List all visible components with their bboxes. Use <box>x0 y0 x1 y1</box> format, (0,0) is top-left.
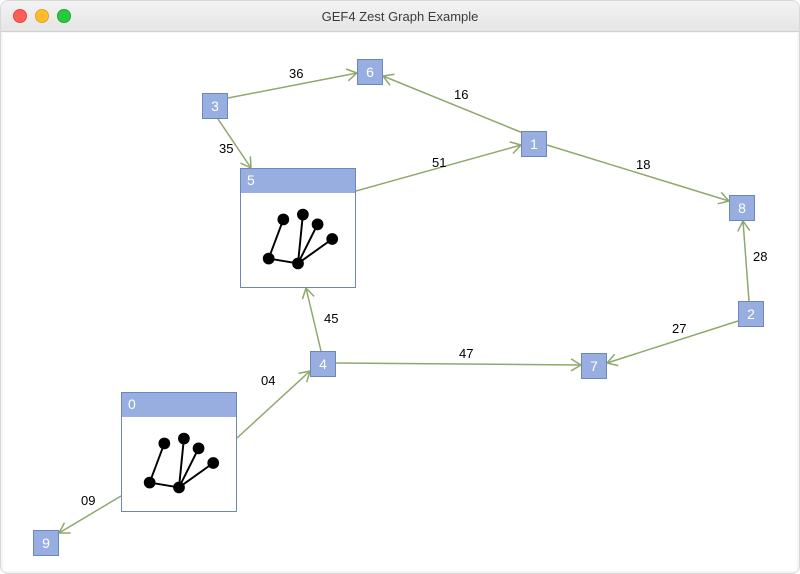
graph-node[interactable]: 4 <box>310 351 336 377</box>
graph-node[interactable]: 3 <box>202 93 228 119</box>
inner-graph-icon <box>245 195 351 283</box>
graph-edge[interactable] <box>743 221 749 301</box>
graph-canvas[interactable]: 04 09 16 18 27 28 35 36 45 47 51 1 2 3 4 6 7 8 9 0 <box>3 33 797 571</box>
graph-node[interactable]: 6 <box>357 59 383 85</box>
node-label: 3 <box>211 98 219 114</box>
app-window: GEF4 Zest Graph Example 0409161827283536… <box>0 0 800 574</box>
edge-label: 27 <box>672 321 686 336</box>
graph-node[interactable]: 5 <box>240 168 356 288</box>
node-label: 8 <box>738 200 746 216</box>
edge-label: 18 <box>636 157 650 172</box>
edge-label: 45 <box>324 311 338 326</box>
node-label: 2 <box>747 306 755 322</box>
node-label: 0 <box>128 396 136 412</box>
node-label: 4 <box>319 356 327 372</box>
graph-node[interactable]: 0 <box>121 392 237 512</box>
graph-node[interactable]: 1 <box>521 131 547 157</box>
edge-label: 51 <box>432 155 446 170</box>
inner-graph-icon <box>126 419 232 507</box>
graph-node[interactable]: 8 <box>729 195 755 221</box>
edge-label: 47 <box>459 346 473 361</box>
graph-edge[interactable] <box>306 288 321 351</box>
node-label: 7 <box>590 358 598 374</box>
window-title: GEF4 Zest Graph Example <box>1 9 799 24</box>
edge-label: 36 <box>289 66 303 81</box>
graph-node[interactable]: 7 <box>581 353 607 379</box>
graph-edge[interactable] <box>336 363 581 365</box>
edge-label: 35 <box>219 141 233 156</box>
node-label: 5 <box>247 172 255 188</box>
edge-label: 28 <box>753 249 767 264</box>
edge-label: 16 <box>454 87 468 102</box>
graph-edge[interactable] <box>547 145 729 201</box>
node-label: 6 <box>366 64 374 80</box>
graph-node[interactable]: 2 <box>738 301 764 327</box>
edge-label: 09 <box>81 493 95 508</box>
graph-edge[interactable] <box>383 76 523 133</box>
edge-label: 04 <box>261 373 275 388</box>
titlebar[interactable]: GEF4 Zest Graph Example <box>1 1 799 32</box>
node-label: 9 <box>42 535 50 551</box>
graph-node[interactable]: 9 <box>33 530 59 556</box>
node-label: 1 <box>530 136 538 152</box>
